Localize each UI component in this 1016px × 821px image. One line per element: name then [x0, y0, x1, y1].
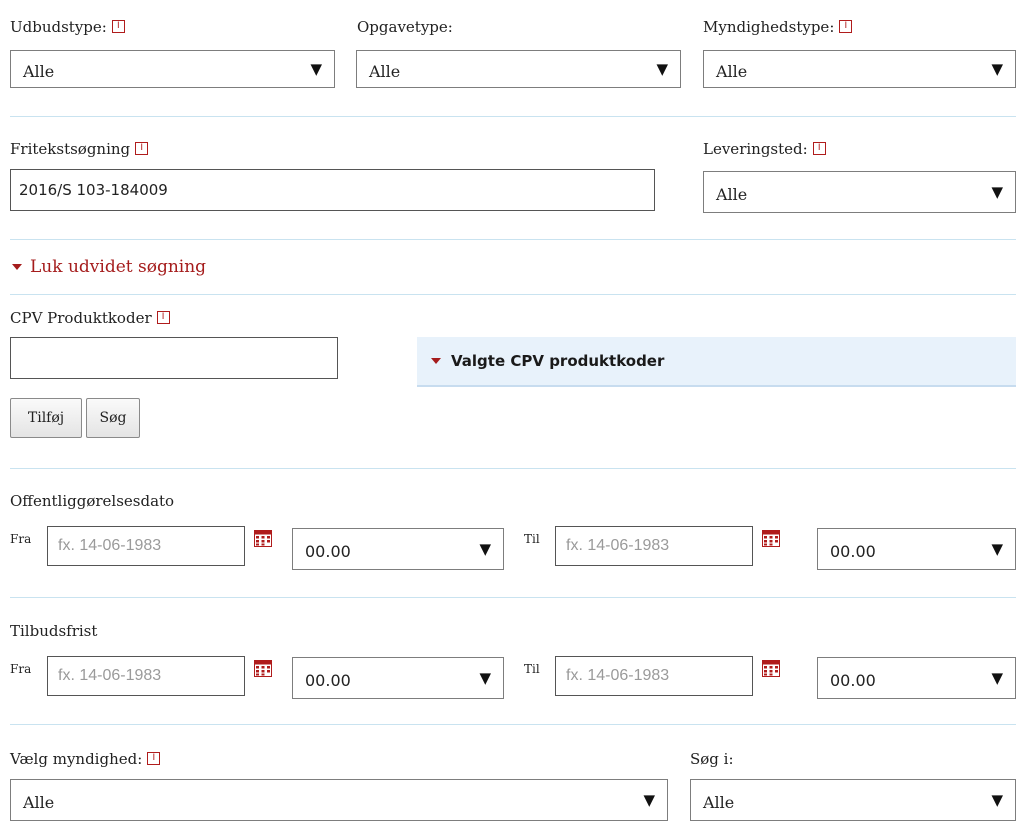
- deadline-from-date-input[interactable]: fx. 14-06-1983: [47, 656, 245, 696]
- dropdown-arrow-icon: ▼: [991, 791, 1003, 809]
- leveringsted-value: Alle: [716, 184, 748, 204]
- search-button[interactable]: Søg: [86, 398, 140, 438]
- cpv-label: CPV Produktkoder I: [10, 309, 170, 327]
- udbudstype-select[interactable]: Alle ▼: [10, 50, 335, 88]
- soeg-i-label: Søg i:: [690, 750, 734, 768]
- opgavetype-value: Alle: [369, 61, 401, 81]
- from-label: Fra: [10, 532, 32, 546]
- selected-cpv-header: Valgte CPV produktkoder: [451, 352, 665, 370]
- deadline-to-date-input[interactable]: fx. 14-06-1983: [555, 656, 753, 696]
- dropdown-arrow-icon: ▼: [479, 669, 491, 687]
- opgavetype-label: Opgavetype:: [357, 18, 453, 36]
- myndighed-label: Vælg myndighed: I: [10, 750, 161, 768]
- publication-from-date-input[interactable]: fx. 14-06-1983: [47, 526, 245, 566]
- dropdown-arrow-icon: ▼: [991, 183, 1003, 201]
- dropdown-arrow-icon: ▼: [479, 540, 491, 558]
- divider: [10, 239, 1016, 240]
- divider: [10, 116, 1016, 117]
- divider: [10, 468, 1016, 469]
- dropdown-arrow-icon: ▼: [991, 540, 1003, 558]
- divider: [10, 724, 1016, 725]
- to-label: Til: [524, 532, 540, 546]
- myndighedstype-label: Myndighedstype: I: [703, 18, 853, 36]
- leveringsted-label: Leveringsted: I: [703, 140, 826, 158]
- dropdown-arrow-icon: ▼: [656, 60, 668, 78]
- publication-to-time-select[interactable]: 00.00 ▼: [817, 528, 1016, 570]
- to-label: Til: [524, 662, 540, 676]
- myndighed-select[interactable]: Alle ▼: [10, 779, 668, 821]
- udbudstype-label: Udbudstype: I: [10, 18, 125, 36]
- cpv-input[interactable]: [10, 337, 338, 379]
- dropdown-arrow-icon: ▼: [310, 60, 322, 78]
- calendar-icon[interactable]: [254, 660, 272, 681]
- fritekst-label: Fritekstsøgning I: [10, 140, 149, 158]
- info-icon[interactable]: I: [135, 142, 149, 155]
- divider: [10, 597, 1016, 598]
- selected-cpv-panel[interactable]: Valgte CPV produktkoder: [417, 337, 1016, 387]
- dropdown-arrow-icon: ▼: [991, 669, 1003, 687]
- dropdown-arrow-icon: ▼: [991, 60, 1003, 78]
- publication-date-label: Offentliggørelsesdato: [10, 492, 175, 510]
- calendar-icon[interactable]: [254, 530, 272, 551]
- publication-from-time-select[interactable]: 00.00 ▼: [292, 528, 504, 570]
- dropdown-arrow-icon: ▼: [643, 791, 655, 809]
- myndighedstype-value: Alle: [716, 61, 748, 81]
- leveringsted-select[interactable]: Alle ▼: [703, 171, 1016, 213]
- info-icon[interactable]: I: [156, 311, 170, 324]
- deadline-label: Tilbudsfrist: [10, 622, 98, 640]
- info-icon[interactable]: I: [111, 20, 125, 33]
- info-icon[interactable]: I: [812, 142, 826, 155]
- soeg-i-select[interactable]: Alle ▼: [690, 779, 1016, 821]
- info-icon[interactable]: I: [839, 20, 853, 33]
- toggle-advanced-search-link[interactable]: Luk udvidet søgning: [12, 257, 206, 277]
- fritekst-value: 2016/S 103-184009: [19, 181, 168, 199]
- calendar-icon[interactable]: [762, 660, 780, 681]
- fritekst-input[interactable]: 2016/S 103-184009: [10, 169, 655, 211]
- udbudstype-value: Alle: [23, 61, 55, 81]
- myndighedstype-select[interactable]: Alle ▼: [703, 50, 1016, 88]
- info-icon[interactable]: I: [147, 752, 161, 765]
- toggle-advanced-label: Luk udvidet søgning: [30, 257, 207, 277]
- divider: [10, 294, 1016, 295]
- calendar-icon[interactable]: [762, 530, 780, 551]
- opgavetype-select[interactable]: Alle ▼: [356, 50, 681, 88]
- deadline-to-time-select[interactable]: 00.00 ▼: [817, 657, 1016, 699]
- from-label: Fra: [10, 662, 32, 676]
- deadline-from-time-select[interactable]: 00.00 ▼: [292, 657, 504, 699]
- publication-to-date-input[interactable]: fx. 14-06-1983: [555, 526, 753, 566]
- caret-down-icon: [431, 358, 441, 364]
- add-button[interactable]: Tilføj: [10, 398, 82, 438]
- caret-down-icon: [12, 264, 22, 270]
